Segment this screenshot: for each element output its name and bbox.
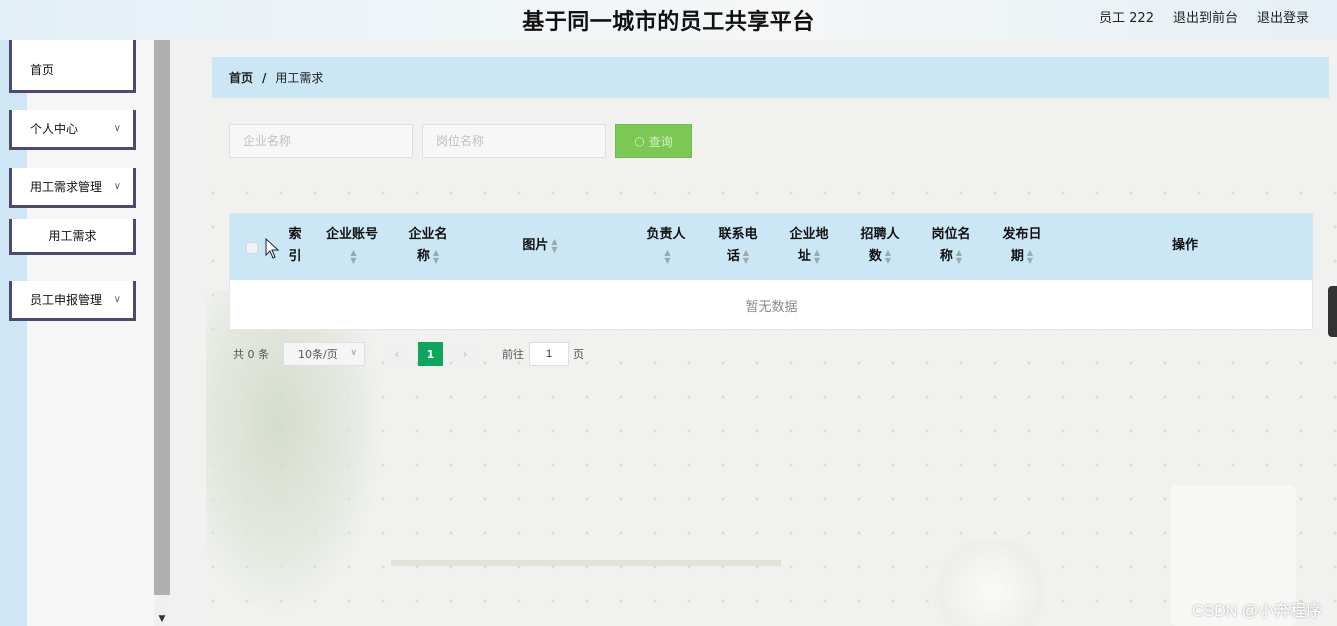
- column-header-company-name[interactable]: 企业名 称 ▲ ▼: [400, 224, 456, 268]
- header-text: 期: [1010, 249, 1024, 264]
- column-header-position-name[interactable]: 岗位名 称 ▲ ▼: [923, 224, 979, 268]
- breadcrumb-current: 用工需求: [275, 71, 324, 85]
- column-header-company-account[interactable]: 企业账号 ▲ ▼: [320, 224, 384, 268]
- page-size-value: 10条/页: [298, 348, 338, 361]
- header-text: 址: [797, 249, 811, 264]
- column-header-phone[interactable]: 联系电 话 ▲ ▼: [710, 224, 766, 268]
- next-page-button[interactable]: ›: [453, 342, 477, 366]
- header-text: 称: [939, 249, 953, 264]
- sidebar-item-home[interactable]: 首页: [9, 40, 136, 93]
- table-header: 索 引 企业账号 ▲ ▼ 企业名 称 ▲ ▼ 图片 ▲ ▼ 负责人 ▲ ▼ 联系电 话 ▲ ▼: [230, 214, 1313, 280]
- header-text: 图片: [522, 238, 549, 253]
- goto-suffix: 页: [573, 348, 584, 361]
- header-text: 企业账号: [325, 227, 378, 242]
- chevron-down-icon: ∨: [350, 348, 357, 358]
- page-size-select[interactable]: 10条/页 ∨: [283, 342, 365, 366]
- sort-icon[interactable]: ▲ ▼: [814, 248, 820, 265]
- breadcrumb: 首页 / 用工需求: [212, 57, 1329, 98]
- query-button[interactable]: ○ 查询: [615, 124, 692, 158]
- column-header-publish-date[interactable]: 发布日 期 ▲ ▼: [994, 224, 1050, 268]
- search-bar: ○ 查询: [229, 124, 692, 158]
- chevron-down-icon: ∨: [113, 123, 121, 134]
- header-text: 称: [416, 249, 430, 264]
- chevron-left-icon: ‹: [394, 347, 400, 361]
- sidebar-item-demand-management[interactable]: 用工需求管理 ∨: [9, 168, 136, 208]
- sidebar-subitem-demand[interactable]: 用工需求: [9, 219, 136, 255]
- sidebar-scrollbar[interactable]: ▼: [154, 40, 170, 626]
- sort-icon[interactable]: ▲ ▼: [885, 248, 891, 265]
- header-text: 负责人: [646, 227, 686, 242]
- sidebar-item-label: 首页: [30, 62, 55, 77]
- breadcrumb-home[interactable]: 首页: [229, 69, 253, 86]
- column-header-actions: 操作: [1150, 235, 1220, 257]
- data-table: 索 引 企业账号 ▲ ▼ 企业名 称 ▲ ▼ 图片 ▲ ▼ 负责人 ▲ ▼ 联系电 话 ▲ ▼: [229, 213, 1313, 330]
- bowl-decoration: [926, 540, 1056, 626]
- empty-state: 暂无数据: [745, 299, 798, 315]
- sort-icon[interactable]: ▲ ▼: [350, 248, 356, 265]
- chevron-right-icon: ›: [462, 347, 468, 361]
- sort-icon[interactable]: ▲ ▼: [433, 248, 439, 265]
- scrollbar-thumb[interactable]: [154, 40, 170, 595]
- user-label[interactable]: 员工 222: [1099, 7, 1154, 26]
- position-name-input[interactable]: [422, 124, 606, 158]
- plant-decoration: [206, 290, 386, 620]
- header-text: 企业名: [408, 227, 448, 242]
- sort-icon[interactable]: ▲ ▼: [551, 237, 557, 254]
- header-text: 联系电: [718, 227, 758, 242]
- top-header: 基于同一城市的员工共享平台 员工 222 退出到前台 退出登录: [0, 0, 1337, 40]
- header-text: 发布日: [1002, 227, 1042, 242]
- sidebar-item-label: 用工需求管理: [30, 180, 103, 194]
- side-drawer-handle[interactable]: [1328, 286, 1337, 337]
- goto-page-input[interactable]: [529, 342, 569, 366]
- header-text: 操作: [1171, 238, 1198, 253]
- company-name-input[interactable]: [229, 124, 413, 158]
- sidebar-item-label: 员工申报管理: [30, 293, 103, 307]
- watermark: CSDN @小奔程序: [1191, 603, 1322, 620]
- query-button-label: 查询: [648, 134, 673, 149]
- scroll-down-arrow-icon[interactable]: ▼: [154, 612, 170, 626]
- column-header-manager[interactable]: 负责人 ▲ ▼: [638, 224, 694, 268]
- header-text: 企业地: [789, 227, 829, 242]
- search-icon: ○: [634, 134, 645, 148]
- header-text: 招聘人: [860, 227, 900, 242]
- goto-prefix: 前往: [502, 348, 524, 361]
- sort-icon[interactable]: ▲ ▼: [664, 248, 670, 265]
- content-gutter: [170, 40, 196, 626]
- sidebar-subitem-label: 用工需求: [48, 229, 97, 243]
- column-header-address[interactable]: 企业地 址 ▲ ▼: [781, 224, 837, 268]
- header-text: 数: [868, 249, 882, 264]
- sidebar-item-label: 个人中心: [30, 122, 79, 136]
- breadcrumb-separator: /: [262, 70, 267, 85]
- header-text: 话: [726, 249, 740, 264]
- column-header-index[interactable]: 索 引: [280, 224, 310, 268]
- pagination-total: 共 0 条: [233, 348, 269, 361]
- sidebar-item-declaration-management[interactable]: 员工申报管理 ∨: [9, 281, 136, 321]
- sort-icon[interactable]: ▲ ▼: [956, 248, 962, 265]
- header-text: 引: [288, 249, 302, 264]
- chevron-down-icon: ∨: [113, 294, 121, 305]
- shelf-decoration: [391, 560, 781, 566]
- sort-icon[interactable]: ▲ ▼: [1027, 248, 1033, 265]
- main-content: 首页 / 用工需求 ○ 查询 索 引 企业账号 ▲▼ 企业名 称▲▼: [196, 40, 1337, 626]
- page-1-button[interactable]: 1: [418, 342, 443, 366]
- mouse-cursor-icon: [265, 238, 280, 259]
- select-all-checkbox[interactable]: [246, 242, 258, 254]
- header-text: 岗位名: [931, 227, 971, 242]
- header-links: 员工 222 退出到前台 退出登录: [1099, 7, 1309, 26]
- chevron-down-icon: ∨: [113, 181, 121, 192]
- column-header-image[interactable]: 图片 ▲ ▼: [510, 235, 570, 257]
- logout-link[interactable]: 退出登录: [1257, 7, 1309, 26]
- sort-icon[interactable]: ▲ ▼: [743, 248, 749, 265]
- header-text: 索: [288, 227, 302, 242]
- column-header-recruit-count[interactable]: 招聘人 数 ▲ ▼: [852, 224, 908, 268]
- back-to-front-link[interactable]: 退出到前台: [1173, 7, 1238, 26]
- pagination: 共 0 条 10条/页 ∨ ‹ 1 › 前往 页: [233, 342, 584, 366]
- sidebar-item-personal-center[interactable]: 个人中心 ∨: [9, 110, 136, 150]
- prev-page-button[interactable]: ‹: [385, 342, 409, 366]
